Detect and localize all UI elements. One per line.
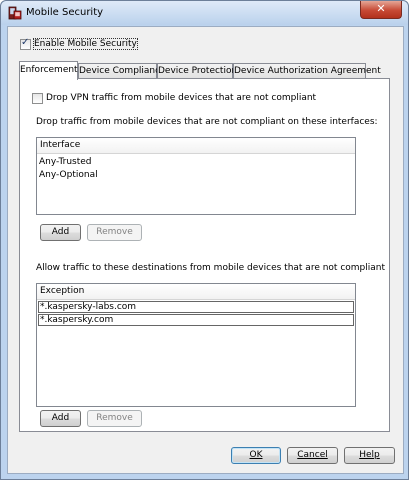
cancel-button[interactable]: Cancel (287, 447, 338, 464)
list-item[interactable]: Any-Optional (38, 169, 354, 181)
drop-vpn-checkbox[interactable] (32, 93, 43, 104)
ok-button-label: OK (249, 450, 263, 460)
help-button-label: Help (359, 450, 380, 460)
exception-column-header[interactable]: Exception (37, 284, 355, 300)
dialog-client-area: Enable Mobile Security Enforcement Devic… (7, 26, 404, 474)
help-button[interactable]: Help (344, 447, 395, 464)
mobile-security-app-icon (8, 6, 22, 20)
list-item[interactable]: Any-Trusted (38, 156, 354, 168)
exceptions-add-button[interactable]: Add (40, 410, 81, 427)
interface-column-header[interactable]: Interface (37, 138, 355, 154)
mobile-security-dialog: Mobile Security ✕ Enable Mobile Security… (0, 0, 409, 480)
ok-button[interactable]: OK (231, 447, 281, 464)
tab-device-protection-label: Device Protection (158, 66, 238, 76)
enforcement-panel: Drop VPN traffic from mobile devices tha… (19, 78, 390, 432)
interfaces-add-button[interactable]: Add (40, 224, 81, 241)
cancel-button-label: Cancel (297, 450, 328, 460)
tab-device-authorization-agreement[interactable]: Device Authorization Agreement (233, 63, 381, 78)
title-bar[interactable]: Mobile Security ✕ (1, 1, 408, 25)
close-icon: ✕ (376, 2, 386, 15)
interface-list[interactable]: Interface Any-Trusted Any-Optional (36, 137, 356, 215)
drop-vpn-label[interactable]: Drop VPN traffic from mobile devices tha… (46, 93, 316, 103)
list-item[interactable]: *.kaspersky.com (38, 314, 354, 326)
enable-mobile-security-label[interactable]: Enable Mobile Security (33, 38, 138, 50)
drop-interfaces-label: Drop traffic from mobile devices that ar… (36, 117, 378, 127)
exceptions-remove-button[interactable]: Remove (87, 410, 142, 427)
close-button[interactable]: ✕ (360, 1, 402, 19)
tab-device-compliance-label: Device Compliance (79, 66, 166, 76)
tab-device-authorization-agreement-label: Device Authorization Agreement (234, 66, 381, 76)
interfaces-remove-button[interactable]: Remove (87, 224, 142, 241)
window-title: Mobile Security (26, 7, 104, 18)
allow-destinations-label: Allow traffic to these destinations from… (36, 263, 386, 273)
tab-enforcement-label: Enforcement (20, 65, 78, 75)
enable-mobile-security-checkbox[interactable] (20, 37, 31, 50)
tab-device-compliance[interactable]: Device Compliance (78, 63, 166, 78)
tab-enforcement[interactable]: Enforcement (19, 61, 78, 80)
tab-device-protection[interactable]: Device Protection (157, 63, 237, 78)
list-item[interactable]: *.kaspersky-labs.com (38, 301, 354, 313)
exception-list[interactable]: Exception *.kaspersky-labs.com *.kaspers… (36, 283, 356, 407)
